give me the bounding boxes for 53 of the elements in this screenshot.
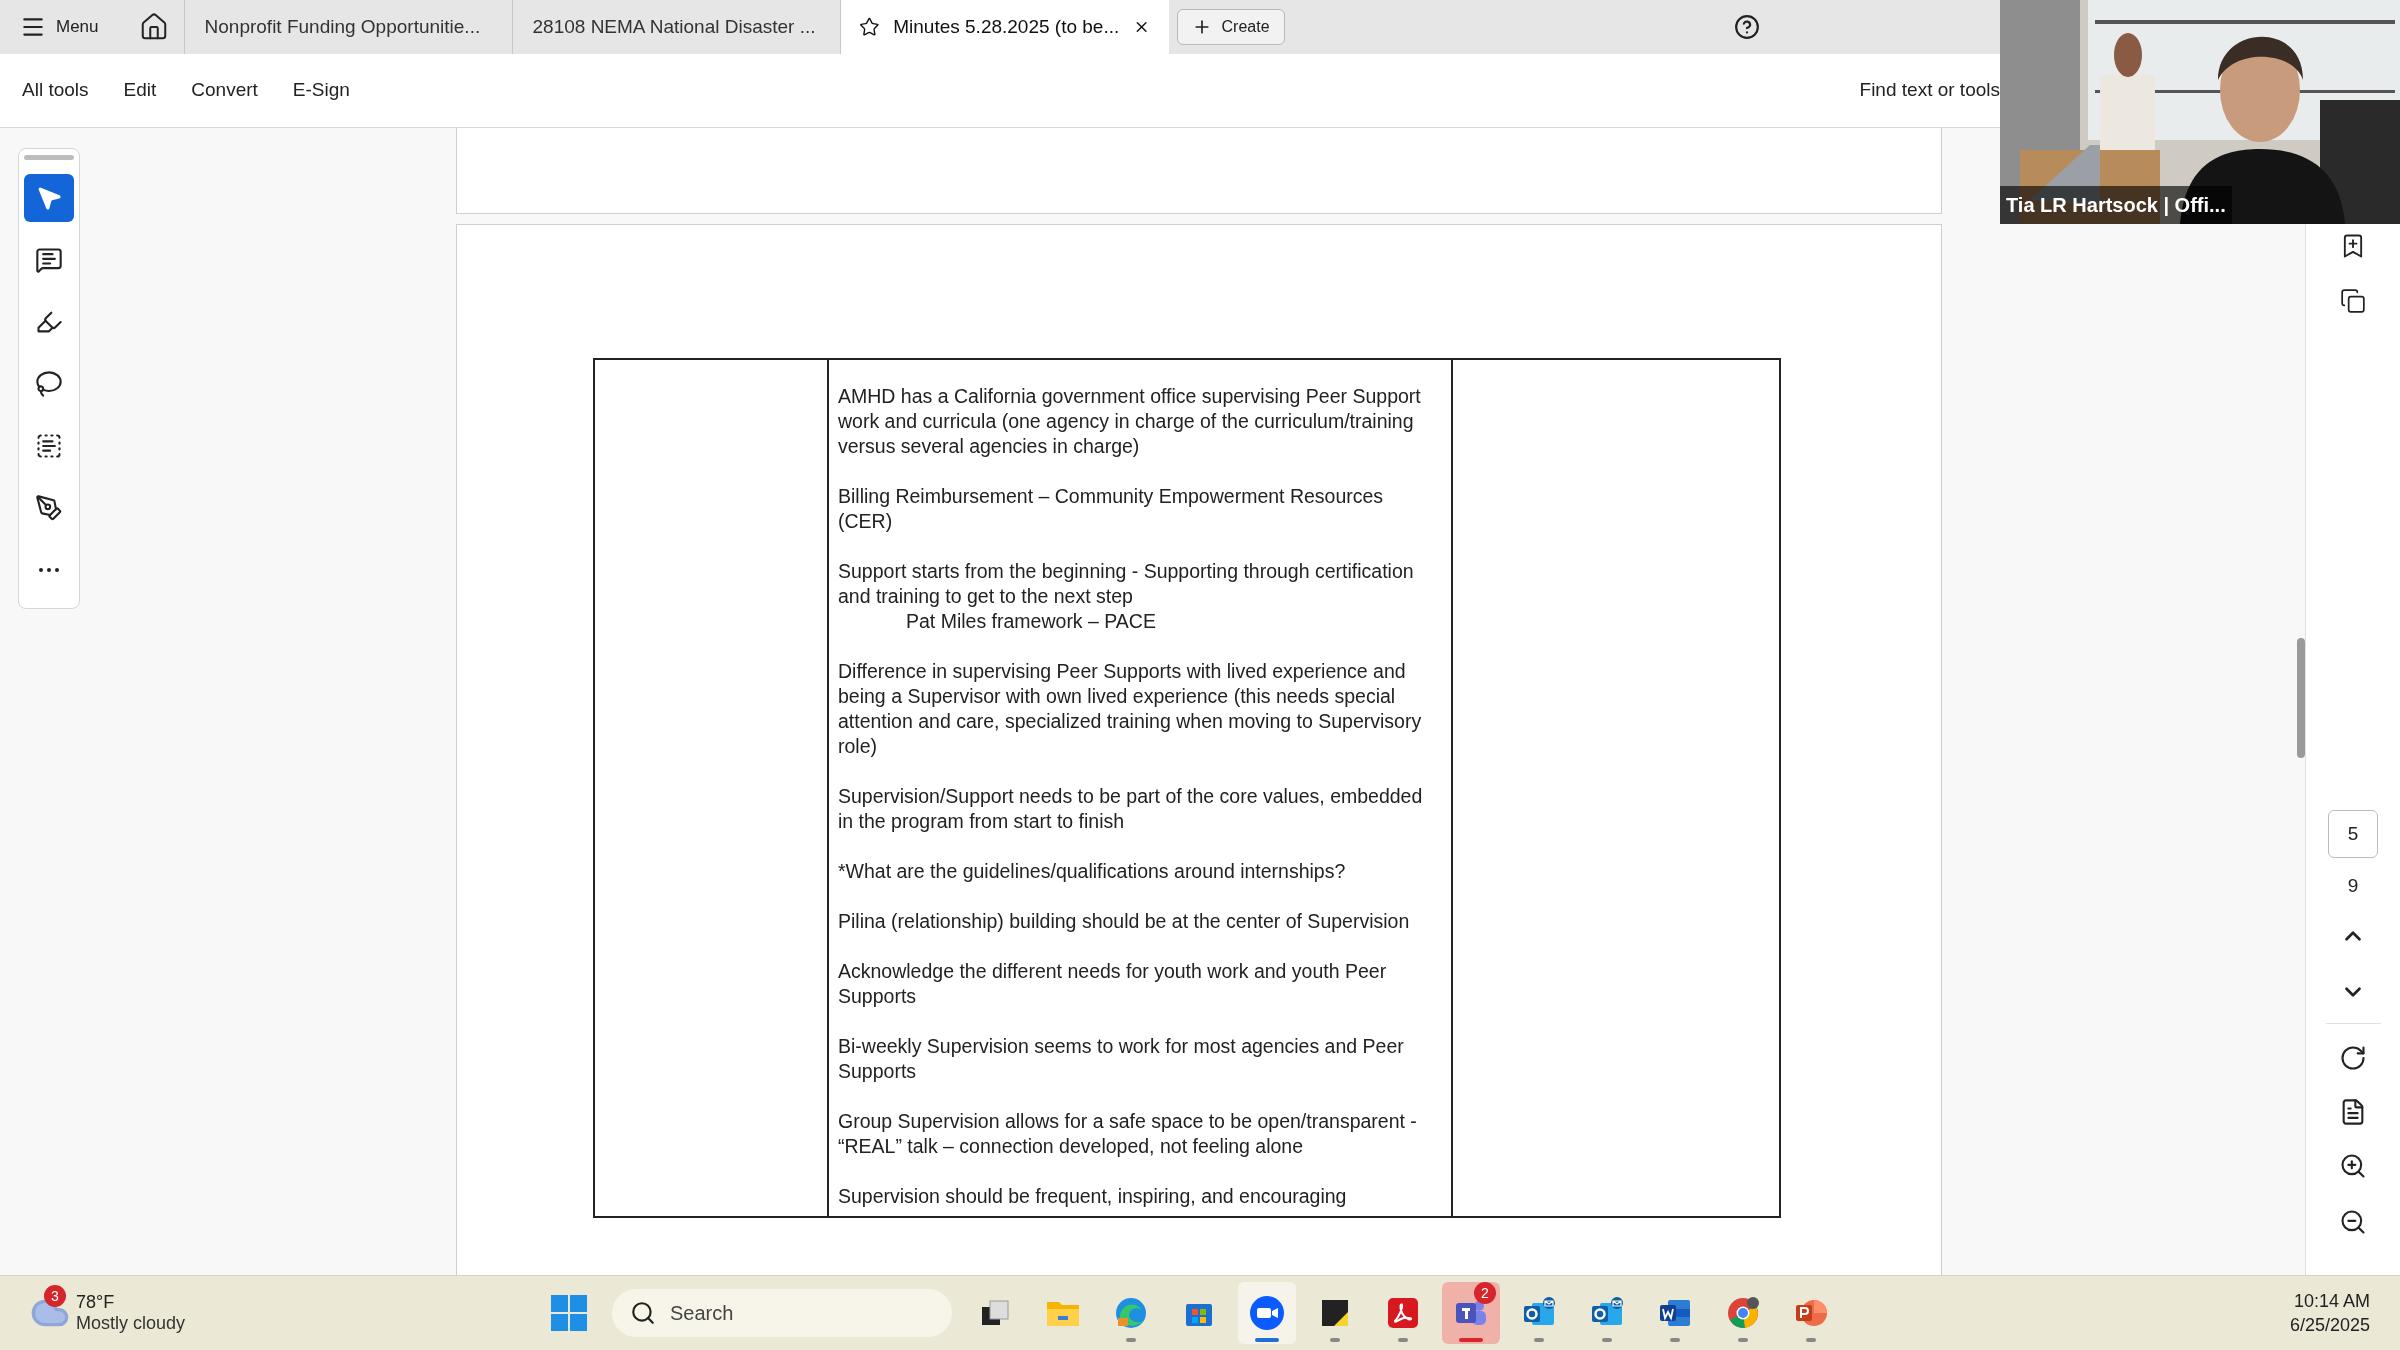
zoom-in-icon[interactable] (2339, 1151, 2367, 1180)
page-total: 9 (2347, 874, 2359, 898)
text-select-icon (35, 432, 63, 460)
document-tab[interactable]: Minutes 5.28.2025 (to be... (840, 0, 1169, 54)
slides-app-icon (1794, 1297, 1828, 1329)
minutes-paragraph: Bi-weekly Supervision seems to work for most agencies and Peer Supports (838, 1034, 1404, 1084)
search-field[interactable]: Search (612, 1289, 952, 1337)
browser-icon (1726, 1296, 1760, 1330)
minutes-paragraph: Pilina (relationship) building should be at the center of Supervision (838, 909, 1410, 934)
minutes-paragraph: Supervision should be frequent, inspiring, and encouraging (838, 1184, 1347, 1209)
participant-name: Tia LR Hartsock | Offi... (2000, 186, 2232, 224)
minutes-paragraph: Acknowledge the different needs for youth work and youth Peer Supports (838, 959, 1387, 1009)
minutes-paragraph: Pat Miles framework – PACE (905, 609, 1156, 634)
zoom-out-icon[interactable] (2339, 1207, 2367, 1236)
weather-condition: Mostly cloudy (76, 1313, 186, 1334)
video-camera-icon (1249, 1295, 1285, 1331)
word-document-icon (1658, 1297, 1692, 1329)
help-icon[interactable] (1734, 14, 1760, 40)
sticky-note-icon (1320, 1298, 1350, 1328)
minutes-paragraph: Support starts from the beginning - Supporting through certification and training to get to the next step (838, 559, 1414, 609)
start-icon[interactable] (550, 1294, 588, 1332)
menu-button[interactable]: Menu (20, 0, 125, 54)
more-icon (39, 568, 59, 572)
page-number-field[interactable]: 5 (2328, 810, 2378, 858)
taskbar-app-button[interactable]: 2 (1442, 1282, 1500, 1344)
comment-icon (35, 246, 63, 274)
toolbar-menu-item[interactable]: E-Sign (292, 76, 350, 105)
notification-badge: 2 (1474, 1282, 1496, 1304)
search-icon (630, 1300, 656, 1326)
clock-date: 6/25/2025 (2289, 1314, 2370, 1337)
temperature-text: 78°F (76, 1292, 116, 1313)
search-input[interactable]: Search (670, 1298, 910, 1328)
clock-time: 10:14 AM (2293, 1290, 2370, 1313)
toolbar-menu-item[interactable]: All tools (22, 76, 89, 105)
minutes-paragraph: Billing Reimbursement – Community Empowerment Resources (CER) (838, 484, 1384, 534)
minutes-paragraph: *What are the guidelines/qualifications around internships? (838, 859, 1346, 884)
toolbar-menu-item[interactable]: Edit (123, 76, 157, 105)
scrollbar-thumb[interactable] (2297, 638, 2305, 758)
create-button[interactable]: Create (1176, 9, 1285, 45)
pen-nib-icon (35, 494, 63, 522)
swirl-icon (1114, 1296, 1148, 1330)
minutes-paragraph: Difference in supervising Peer Supports with lived experience and being a Supervisor with own lived experience (this needs special attention and care, specialized training when moving to Supervisory role) (838, 659, 1422, 759)
document-app-icon (1387, 1297, 1419, 1329)
minutes-paragraph: AMHD has a California government office supervising Peer Support work and curricula (one agency in charge of the curriculum/training versus several agencies in charge) (838, 384, 1421, 459)
rotate-icon[interactable] (2339, 1043, 2367, 1072)
notification-badge: 3 (44, 1285, 66, 1307)
minutes-paragraph: Group Supervision allows for a safe space to be open/transparent - “REAL” talk – connection developed, not feeling alone (838, 1109, 1417, 1159)
lasso-icon (35, 370, 63, 398)
minutes-paragraph: Supervision/Support needs to be part of the core values, embedded in the program from start to finish (838, 784, 1423, 834)
pages-icon[interactable] (2340, 288, 2366, 314)
toolbar-menu-item[interactable]: Convert (191, 76, 258, 105)
task-view-icon (980, 1298, 1010, 1328)
find-tools-button[interactable]: Find text or tools (1859, 76, 2000, 105)
